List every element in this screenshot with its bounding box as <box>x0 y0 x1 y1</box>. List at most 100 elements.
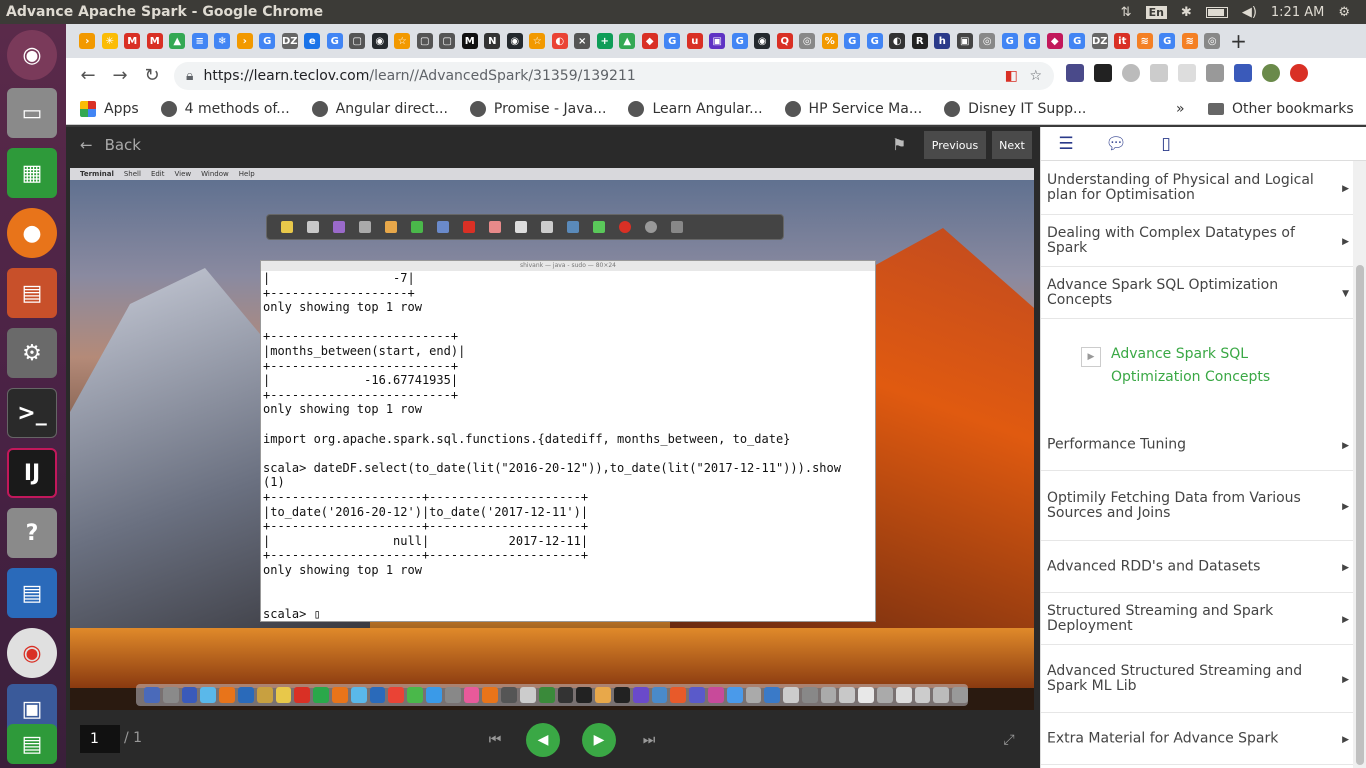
dock-app-icon[interactable] <box>162 687 179 703</box>
help-icon[interactable]: ? <box>7 508 57 558</box>
dock-app-icon[interactable] <box>576 687 593 703</box>
browser-tab[interactable]: G <box>1021 30 1044 52</box>
play-icon[interactable]: ▶ <box>582 723 616 757</box>
rectangle-icon[interactable] <box>541 221 553 233</box>
browser-tab[interactable]: M <box>459 30 482 52</box>
app-store-icon[interactable]: ▤ <box>7 724 57 764</box>
course-section[interactable]: Structured Streaming and Spark Deploymen… <box>1041 593 1353 645</box>
chat-icon[interactable]: 💬︎ <box>1091 127 1141 161</box>
browser-tab[interactable]: N <box>481 30 504 52</box>
network-icon[interactable]: ⇅ <box>1121 5 1132 20</box>
browser-tab[interactable]: DZ <box>279 30 302 52</box>
course-section[interactable]: Optimily Fetching Data from Various Sour… <box>1041 471 1353 541</box>
shape-icon[interactable] <box>463 221 475 233</box>
browser-tab[interactable]: ◆ <box>1044 30 1067 52</box>
dock-app-icon[interactable] <box>895 687 912 703</box>
dock-app-icon[interactable] <box>783 687 799 703</box>
browser-tab[interactable]: G <box>1066 30 1089 52</box>
browser-tab[interactable]: ◎ <box>796 30 819 52</box>
update-icon[interactable] <box>1290 64 1308 82</box>
pen-icon[interactable] <box>307 221 319 233</box>
dock-app-icon[interactable] <box>519 687 536 703</box>
dock-app-icon[interactable] <box>444 687 461 703</box>
chevron-right-icon[interactable]: ▶ <box>1342 184 1349 194</box>
back-button[interactable]: ← Back <box>80 136 141 154</box>
profile-avatar[interactable] <box>1262 64 1280 82</box>
dock-app-icon[interactable] <box>689 687 705 703</box>
forward-arrow-icon[interactable]: → <box>104 65 136 86</box>
browser-tab[interactable]: ◉ <box>751 30 774 52</box>
dock-app-icon[interactable] <box>839 687 856 703</box>
sidebar-scrollbar[interactable] <box>1353 161 1366 768</box>
keyboard-layout-indicator[interactable]: En <box>1145 5 1167 19</box>
files-icon[interactable]: ▭ <box>7 88 57 138</box>
gear-icon[interactable]: ⚙ <box>1338 5 1350 20</box>
previous-button[interactable]: Previous <box>924 131 986 159</box>
dock-app-icon[interactable] <box>388 687 405 703</box>
page-number-input[interactable]: 1 <box>80 725 120 753</box>
browser-tab[interactable]: G <box>661 30 684 52</box>
browser-tab[interactable]: ☆ <box>526 30 549 52</box>
record-icon[interactable] <box>619 221 631 233</box>
pointer-icon[interactable] <box>281 221 293 233</box>
browser-tab[interactable]: ◐ <box>886 30 909 52</box>
document-icon[interactable]: ▯ <box>1141 127 1191 161</box>
browser-tab[interactable]: ☆ <box>391 30 414 52</box>
dock-app-icon[interactable] <box>313 687 329 703</box>
dock-app-icon[interactable] <box>858 687 875 703</box>
browser-tab[interactable]: ≋ <box>1179 30 1202 52</box>
gear-icon[interactable] <box>671 221 683 233</box>
browser-tab[interactable]: ▢ <box>414 30 437 52</box>
extension-icon[interactable] <box>1234 64 1252 82</box>
course-section[interactable]: Advanced Structured Streaming and Spark … <box>1041 645 1353 713</box>
browser-tab[interactable]: ◆ <box>639 30 662 52</box>
browser-tab[interactable]: G <box>999 30 1022 52</box>
browser-tab[interactable]: h <box>931 30 954 52</box>
camera-icon[interactable] <box>1206 64 1224 82</box>
highlighter-icon[interactable] <box>333 221 345 233</box>
dock-app-icon[interactable] <box>275 687 292 703</box>
bookmarks-overflow-icon[interactable]: » <box>1176 101 1185 117</box>
browser-tab[interactable]: e <box>301 30 324 52</box>
browser-tab[interactable]: DZ <box>1089 30 1112 52</box>
dock-app-icon[interactable] <box>933 687 950 703</box>
chevron-right-icon[interactable]: ▶ <box>1342 237 1349 247</box>
browser-tab[interactable]: ▲ <box>166 30 189 52</box>
course-section[interactable]: Dealing with Complex Datatypes of Spark ▶ <box>1041 215 1353 267</box>
dock-app-icon[interactable] <box>144 687 160 703</box>
browser-tab[interactable]: G <box>729 30 752 52</box>
browser-tab[interactable]: ▢ <box>436 30 459 52</box>
chrome-icon[interactable]: ◉ <box>7 628 57 678</box>
extension-icon[interactable] <box>1066 64 1084 82</box>
browser-tab[interactable]: ◐ <box>549 30 572 52</box>
dock-app-icon[interactable] <box>877 687 893 703</box>
prev-slide-icon[interactable]: ◀ <box>526 723 560 757</box>
dock-app-icon[interactable] <box>294 687 311 703</box>
text-icon[interactable] <box>437 221 449 233</box>
dock-app-icon[interactable] <box>200 687 217 703</box>
course-section[interactable]: Extra Material for Advance Spark ▶ <box>1041 713 1353 765</box>
chevron-down-icon[interactable]: ▼ <box>1342 289 1349 299</box>
browser-tab[interactable]: ▣ <box>706 30 729 52</box>
firefox-icon[interactable]: ● <box>7 208 57 258</box>
course-section[interactable]: Advanced RDD's and Datasets ▶ <box>1041 541 1353 593</box>
dock-app-icon[interactable] <box>482 687 499 703</box>
browser-tab[interactable]: × <box>571 30 594 52</box>
dock-app-icon[interactable] <box>181 687 198 703</box>
dock-app-icon[interactable] <box>613 687 630 703</box>
eraser-icon[interactable] <box>359 221 371 233</box>
dock-app-icon[interactable] <box>369 687 386 703</box>
browser-tab[interactable]: › <box>76 30 99 52</box>
course-section[interactable]: Performance Tuning ▶ <box>1041 419 1353 471</box>
browser-tab[interactable]: ▢ <box>346 30 369 52</box>
browser-tab[interactable]: ◉ <box>504 30 527 52</box>
dock-app-icon[interactable] <box>407 687 423 703</box>
dock-app-icon[interactable] <box>914 687 931 703</box>
extension-icon[interactable] <box>1122 64 1140 82</box>
browser-tab[interactable]: ✳ <box>99 30 122 52</box>
dock-app-icon[interactable] <box>745 687 762 703</box>
skip-forward-icon[interactable]: ⏭ <box>632 723 666 757</box>
dock-app-icon[interactable] <box>820 687 837 703</box>
clock[interactable]: 1:21 AM <box>1271 5 1324 20</box>
dock-app-icon[interactable] <box>256 687 273 703</box>
